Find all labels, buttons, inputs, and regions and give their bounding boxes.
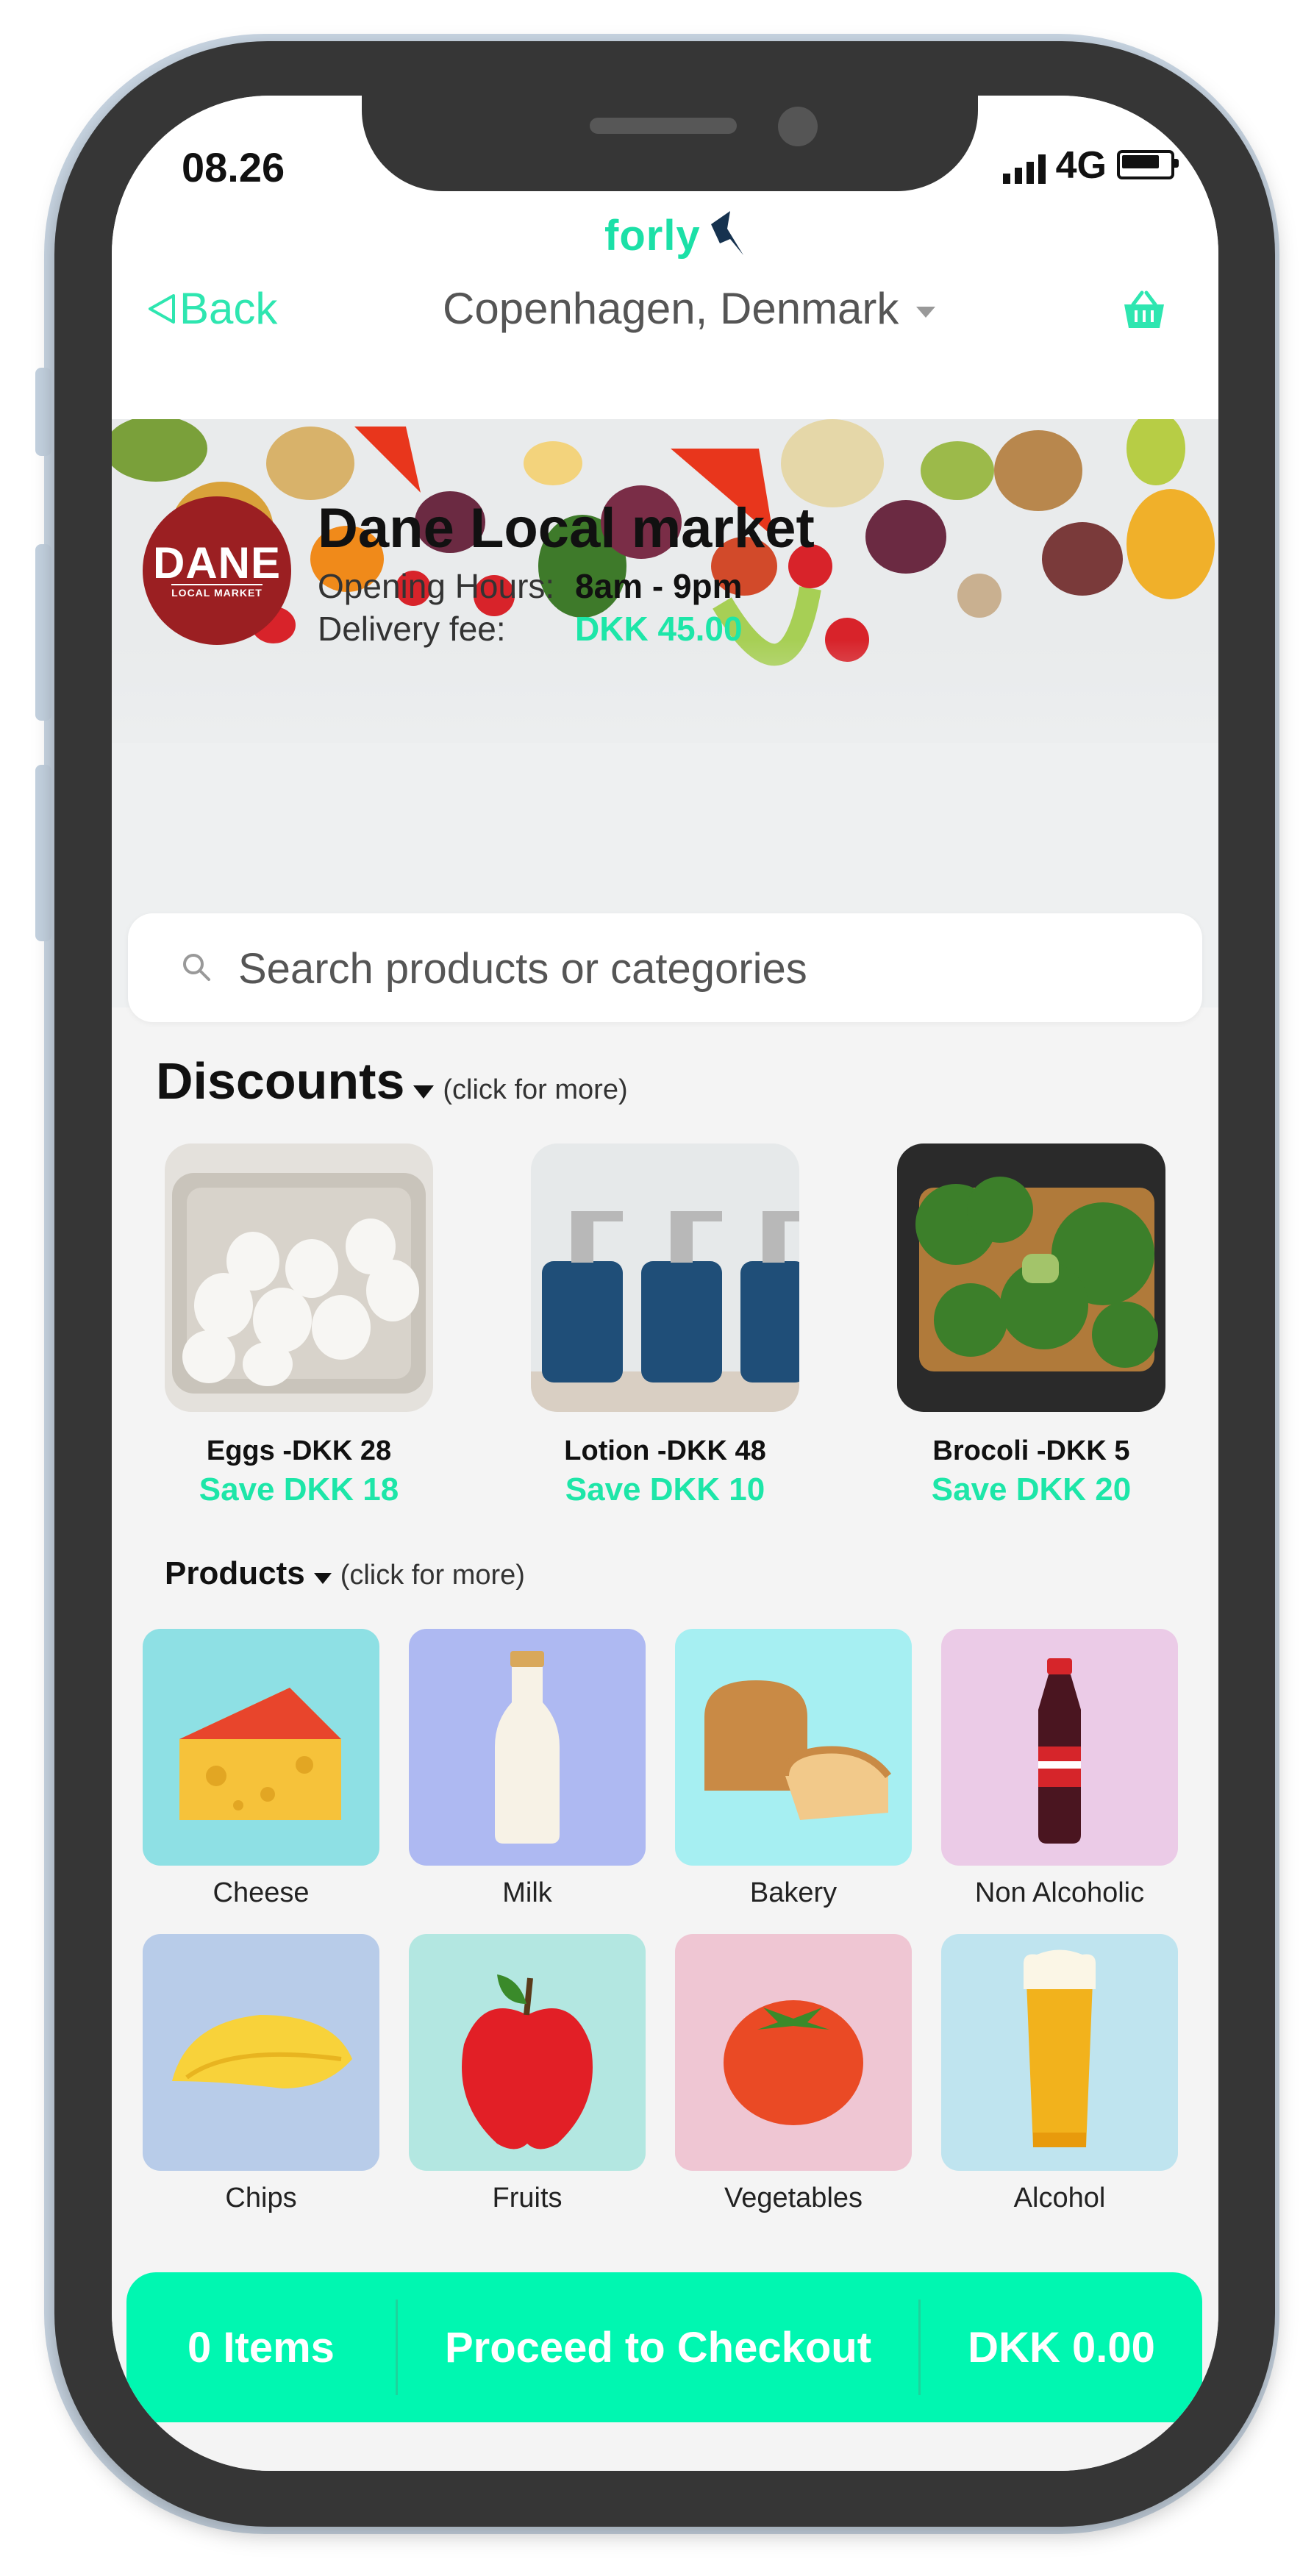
discount-card-lotion[interactable]: Lotion -DKK 48 Save DKK 10	[531, 1143, 799, 1508]
status-time: 08.26	[182, 144, 285, 190]
delivery-fee-row: Delivery fee: DKK 45.00	[318, 609, 743, 649]
discount-name: Lotion -DKK 48	[564, 1435, 766, 1466]
caret-down-icon	[413, 1085, 435, 1099]
signal-icon	[1002, 151, 1046, 184]
discount-card-brocoli[interactable]: Brocoli -DKK 5 Save DKK 20	[897, 1143, 1165, 1508]
product-tile-vegetables[interactable]: Vegetables	[675, 1934, 912, 2214]
back-button[interactable]: Back	[147, 283, 277, 334]
brand-name: forly	[604, 211, 701, 260]
network-label: 4G	[1055, 144, 1107, 187]
milk-bottle-icon	[409, 1629, 646, 1866]
bird-icon	[710, 211, 743, 255]
chevron-down-icon	[916, 307, 936, 318]
product-label: Non Alcoholic	[974, 1877, 1145, 1908]
products-title: Products	[165, 1555, 305, 1591]
brand-logo: forly	[604, 210, 749, 261]
product-label: Alcohol	[1013, 2183, 1106, 2213]
beer-glass-icon	[941, 1934, 1178, 2171]
product-tile-fruits[interactable]: Fruits	[409, 1934, 646, 2214]
discount-name: Eggs -DKK 28	[206, 1435, 392, 1466]
caret-down-icon	[313, 1573, 332, 1584]
back-label: Back	[179, 284, 278, 333]
discounts-more-link[interactable]: (click for more)	[443, 1074, 627, 1106]
soda-bottle-icon	[941, 1629, 1178, 1866]
store-logo: DANE LOCAL MARKET	[143, 496, 291, 645]
product-label: Cheese	[213, 1877, 310, 1908]
search-icon	[183, 954, 210, 981]
discounts-header[interactable]: Discounts (click for more)	[156, 1052, 628, 1110]
location-label: Copenhagen, Denmark	[443, 284, 899, 333]
discount-save: Save DKK 18	[199, 1471, 399, 1508]
product-tile-bakery[interactable]: Bakery	[675, 1629, 912, 1909]
bread-icon	[675, 1629, 912, 1866]
discount-save: Save DKK 20	[931, 1471, 1132, 1508]
brocoli-image	[897, 1143, 1165, 1412]
mute-switch	[35, 368, 51, 456]
eggs-image	[165, 1143, 433, 1412]
product-tile-non-alcoholic[interactable]: Non Alcoholic	[941, 1629, 1178, 1909]
opening-hours-row: Opening Hours: 8am - 9pm	[318, 566, 743, 606]
product-tile-milk[interactable]: Milk	[409, 1629, 646, 1909]
checkout-bar[interactable]: 0 Items Proceed to Checkout DKK 0.00	[126, 2272, 1202, 2422]
opening-hours-value: 8am - 9pm	[575, 567, 743, 605]
search-bar[interactable]	[128, 913, 1202, 1022]
cart-items-count: 0 Items	[188, 2323, 335, 2372]
product-tile-cheese[interactable]: Cheese	[143, 1629, 379, 1909]
back-arrow-icon	[149, 293, 175, 324]
product-label: Milk	[502, 1877, 552, 1908]
proceed-to-checkout-button[interactable]: Proceed to Checkout	[398, 2323, 918, 2372]
discount-name: Brocoli -DKK 5	[932, 1435, 1130, 1466]
apple-icon	[409, 1934, 646, 2171]
discount-save: Save DKK 10	[565, 1471, 765, 1508]
app-screen: 08.26 4G forly Back Copenhagen, Denmark	[112, 96, 1218, 2471]
cart-total: DKK 0.00	[968, 2323, 1155, 2372]
cheese-icon	[143, 1629, 379, 1866]
product-label: Vegetables	[724, 2183, 863, 2213]
product-label: Fruits	[492, 2183, 563, 2213]
products-header[interactable]: Products (click for more)	[165, 1555, 525, 1592]
store-name: Dane Local market	[318, 497, 815, 560]
discounts-title: Discounts	[156, 1052, 405, 1110]
store-logo-text: DANE	[152, 538, 281, 588]
tomato-icon	[675, 1934, 912, 2171]
status-indicators: 4G	[1002, 144, 1179, 187]
search-input[interactable]	[237, 932, 1159, 1005]
chips-icon	[143, 1934, 379, 2171]
lotion-image	[531, 1143, 799, 1412]
delivery-fee-value: DKK 45.00	[575, 610, 743, 648]
product-tile-chips[interactable]: Chips	[143, 1934, 379, 2214]
location-selector[interactable]: Copenhagen, Denmark	[443, 283, 936, 334]
speaker-grille	[590, 118, 737, 134]
front-camera	[778, 107, 818, 146]
products-more-link[interactable]: (click for more)	[340, 1560, 525, 1591]
volume-up-button	[35, 544, 51, 721]
battery-icon	[1117, 150, 1179, 179]
store-logo-subtext: LOCAL MARKET	[171, 584, 263, 599]
discount-card-eggs[interactable]: Eggs -DKK 28 Save DKK 18	[165, 1143, 433, 1508]
phone-notch	[362, 96, 978, 191]
delivery-fee-label: Delivery fee:	[318, 610, 506, 648]
opening-hours-label: Opening Hours:	[318, 567, 555, 605]
product-tile-alcohol[interactable]: Alcohol	[941, 1934, 1178, 2214]
product-label: Chips	[225, 2183, 297, 2213]
product-label: Bakery	[749, 1877, 838, 1908]
basket-icon[interactable]	[1121, 288, 1167, 332]
volume-down-button	[35, 765, 51, 941]
